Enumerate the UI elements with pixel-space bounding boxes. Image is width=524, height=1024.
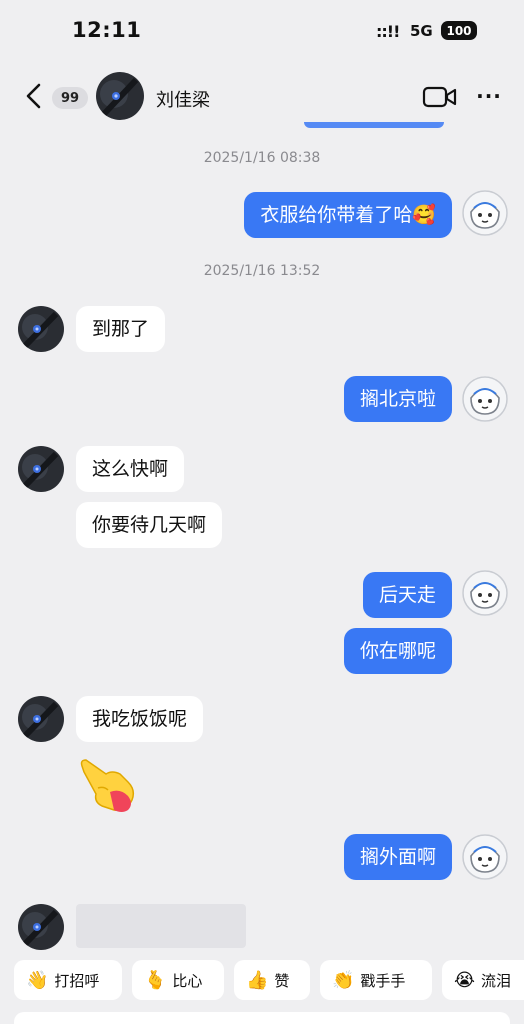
quick-reply-poke[interactable]: 👏 戳手手	[320, 960, 432, 1000]
contact-name[interactable]: 刘佳梁	[156, 86, 210, 112]
incoming-message[interactable]: 我吃饭饭呢	[76, 696, 204, 742]
my-avatar[interactable]	[462, 190, 508, 236]
quick-reply-like[interactable]: 👍 赞	[234, 960, 310, 1000]
my-avatar[interactable]	[462, 376, 508, 422]
wave-icon: 👋	[26, 969, 49, 991]
message-input-bar[interactable]	[14, 1012, 510, 1024]
signal-icon: ::!!	[376, 22, 400, 41]
quick-reply-greet[interactable]: 👋 打招呼	[14, 960, 122, 1000]
contact-avatar[interactable]	[18, 696, 64, 742]
contact-avatar[interactable]	[18, 446, 64, 492]
outgoing-message[interactable]: 后天走	[362, 572, 452, 618]
incoming-message[interactable]: 到那了	[76, 306, 166, 352]
clap-icon: 👏	[332, 969, 355, 991]
chat-header: 99 刘佳梁 ···	[0, 62, 524, 128]
contact-avatar[interactable]	[18, 306, 64, 352]
chip-label: 戳手手	[360, 971, 406, 990]
outgoing-message[interactable]: 你在哪呢	[343, 628, 452, 674]
chip-label: 打招呼	[54, 971, 100, 990]
cutoff-message-bubble	[304, 122, 444, 128]
quick-reply-bar: 👋 打招呼 🫰 比心 👍 赞 👏 戳手手 😭 流泪	[0, 954, 524, 1006]
my-avatar[interactable]	[462, 570, 508, 616]
message-timestamp: 2025/1/16 08:38	[203, 150, 321, 166]
message-timestamp: 2025/1/16 13:52	[203, 263, 321, 279]
pointing-hand-sticker[interactable]	[76, 752, 140, 816]
back-icon[interactable]	[22, 82, 46, 110]
status-bar: 12:11 ::!! 5G 100	[0, 0, 524, 62]
more-options-icon[interactable]: ···	[474, 84, 504, 108]
quick-reply-heart[interactable]: 🫰 比心	[132, 960, 224, 1000]
network-type: 5G	[410, 22, 433, 40]
crying-face-icon: 😭	[454, 969, 476, 991]
unread-count-badge[interactable]: 99	[52, 87, 88, 109]
finger-heart-icon: 🫰	[144, 969, 167, 991]
incoming-message[interactable]: 你要待几天啊	[76, 502, 223, 548]
outgoing-message[interactable]: 搁外面啊	[343, 834, 452, 880]
quick-reply-cry[interactable]: 😭 流泪	[442, 960, 524, 1000]
chip-label: 赞	[274, 971, 290, 990]
chip-label: 比心	[172, 971, 203, 990]
thumbs-up-icon: 👍	[246, 969, 269, 991]
battery-icon: 100	[441, 21, 477, 40]
video-call-icon[interactable]	[422, 86, 458, 108]
contact-avatar[interactable]	[96, 72, 144, 120]
incoming-message[interactable]: 这么快啊	[76, 446, 185, 492]
outgoing-message[interactable]: 搁北京啦	[343, 376, 452, 422]
status-time: 12:11	[72, 18, 142, 42]
contact-avatar[interactable]	[18, 904, 64, 950]
loading-message-placeholder	[76, 904, 246, 948]
my-avatar[interactable]	[462, 834, 508, 880]
chip-label: 流泪	[481, 971, 512, 990]
outgoing-message[interactable]: 衣服给你带着了哈🥰	[244, 192, 452, 238]
